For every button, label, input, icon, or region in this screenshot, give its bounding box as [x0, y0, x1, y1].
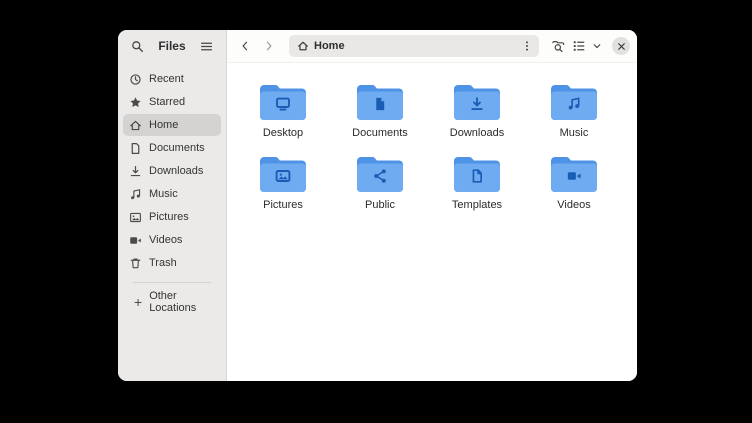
- folder-label: Pictures: [263, 199, 303, 211]
- forward-button[interactable]: [258, 35, 280, 57]
- video-emblem-icon: [567, 168, 582, 183]
- sidebar-item-label: Downloads: [149, 165, 203, 177]
- sidebar-item-downloads[interactable]: Downloads: [123, 160, 221, 182]
- kebab-menu-icon[interactable]: [518, 37, 536, 55]
- folder-icon: [453, 83, 501, 121]
- app-title: Files: [158, 39, 185, 53]
- path-bar[interactable]: Home: [289, 35, 539, 57]
- star-icon: [129, 96, 142, 109]
- home-icon: [297, 40, 309, 52]
- folder-label: Downloads: [450, 127, 504, 139]
- folder-icon: [356, 155, 404, 193]
- download-icon: [129, 165, 142, 178]
- folder-icon: [453, 155, 501, 193]
- folder-label: Templates: [452, 199, 502, 211]
- folder-desktop[interactable]: Desktop: [245, 83, 321, 139]
- sidebar-item-pictures[interactable]: Pictures: [123, 206, 221, 228]
- folder-templates[interactable]: Templates: [439, 155, 515, 211]
- folder-icon: [259, 155, 307, 193]
- folder-label: Music: [560, 127, 589, 139]
- sidebar-list: Recent Starred Home Documents: [118, 62, 226, 381]
- sidebar-item-videos[interactable]: Videos: [123, 229, 221, 251]
- folder-documents[interactable]: Documents: [342, 83, 418, 139]
- folder-music[interactable]: Music: [536, 83, 612, 139]
- sidebar-header: Files: [118, 30, 226, 62]
- hamburger-menu-icon[interactable]: [197, 36, 217, 56]
- video-icon: [129, 234, 142, 247]
- sidebar-item-other-locations[interactable]: + Other Locations: [128, 291, 216, 313]
- picture-icon: [129, 211, 142, 224]
- document-emblem-icon: [373, 96, 388, 111]
- document-icon: [129, 142, 142, 155]
- sidebar-item-label: Other Locations: [149, 290, 210, 314]
- header-bar: Home: [227, 30, 637, 63]
- folder-downloads[interactable]: Downloads: [439, 83, 515, 139]
- sidebar-item-label: Starred: [149, 96, 185, 108]
- template-emblem-icon: [470, 168, 485, 183]
- share-emblem-icon: [373, 168, 388, 183]
- folder-pictures[interactable]: Pictures: [245, 155, 321, 211]
- music-emblem-icon: [567, 96, 582, 111]
- sidebar-item-music[interactable]: Music: [123, 183, 221, 205]
- search-folder-icon[interactable]: [548, 36, 568, 56]
- main-pane: Home: [227, 30, 637, 381]
- view-options-chevron-down-icon[interactable]: [590, 36, 604, 56]
- sidebar-item-starred[interactable]: Starred: [123, 91, 221, 113]
- files-window: Files Recent Starred: [118, 30, 637, 381]
- plus-icon: +: [134, 295, 142, 309]
- folder-videos[interactable]: Videos: [536, 155, 612, 211]
- search-icon[interactable]: [127, 36, 147, 56]
- desktop-background: { "window": { "sidebar": { "title": "Fil…: [0, 0, 752, 423]
- folder-icon: [550, 155, 598, 193]
- folder-icon: [356, 83, 404, 121]
- sidebar-item-documents[interactable]: Documents: [123, 137, 221, 159]
- sidebar-item-label: Documents: [149, 142, 205, 154]
- clock-icon: [129, 73, 142, 86]
- folder-public[interactable]: Public: [342, 155, 418, 211]
- folder-icon: [259, 83, 307, 121]
- list-view-toggle-icon[interactable]: [569, 36, 589, 56]
- toolbar-actions: [548, 36, 630, 56]
- music-note-icon: [129, 188, 142, 201]
- desktop-emblem-icon: [275, 96, 291, 112]
- trash-icon: [129, 257, 142, 270]
- folder-label: Public: [365, 199, 395, 211]
- file-browser-content: Desktop Documents: [227, 63, 637, 381]
- window-close-button[interactable]: [612, 37, 630, 55]
- sidebar-item-trash[interactable]: Trash: [123, 252, 221, 274]
- sidebar-item-label: Music: [149, 188, 178, 200]
- picture-emblem-icon: [275, 168, 291, 184]
- home-icon: [129, 119, 142, 132]
- sidebar-item-label: Pictures: [149, 211, 189, 223]
- folder-label: Desktop: [263, 127, 303, 139]
- sidebar: Files Recent Starred: [118, 30, 227, 381]
- download-emblem-icon: [470, 96, 485, 111]
- folder-label: Videos: [557, 199, 590, 211]
- sidebar-item-label: Home: [149, 119, 178, 131]
- path-label: Home: [314, 40, 518, 52]
- sidebar-divider: [133, 282, 211, 283]
- folder-icon: [550, 83, 598, 121]
- back-button[interactable]: [234, 35, 256, 57]
- sidebar-item-recent[interactable]: Recent: [123, 68, 221, 90]
- sidebar-item-home[interactable]: Home: [123, 114, 221, 136]
- folder-grid: Desktop Documents: [245, 83, 637, 211]
- sidebar-item-label: Videos: [149, 234, 182, 246]
- sidebar-item-label: Recent: [149, 73, 184, 85]
- sidebar-item-label: Trash: [149, 257, 177, 269]
- folder-label: Documents: [352, 127, 408, 139]
